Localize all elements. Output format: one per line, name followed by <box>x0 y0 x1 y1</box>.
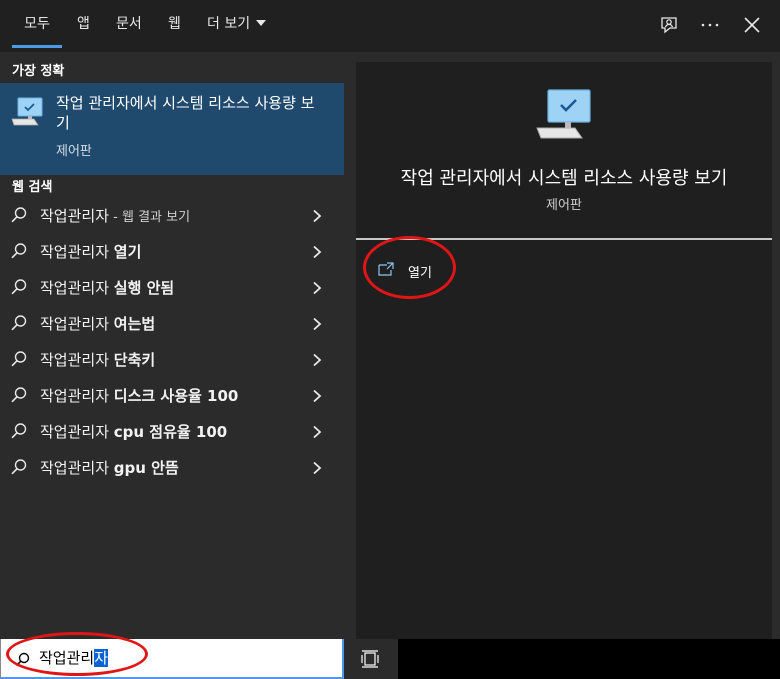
search-query-selection: 자 <box>94 649 109 667</box>
monitor-check-icon <box>10 97 46 133</box>
open-action[interactable]: 열기 <box>378 258 448 282</box>
web-search-item[interactable]: 작업관리자 gpu 안뜸 <box>0 450 344 486</box>
tab-all-label: 모두 <box>24 16 50 32</box>
web-search-item[interactable]: 작업관리자 cpu 점유율 100 <box>0 414 344 450</box>
chevron-right-icon <box>313 209 322 223</box>
search-icon <box>11 423 27 439</box>
tab-more[interactable]: 더 보기 <box>207 0 271 52</box>
tab-documents[interactable]: 문서 <box>116 0 144 52</box>
best-match-subtitle: 제어판 <box>56 144 92 159</box>
best-match-heading: 가장 정확 <box>12 64 65 79</box>
web-search-item-prefix: 작업관리자 <box>40 243 114 261</box>
web-search-item-text: 작업관리자 실행 안됨 <box>40 270 174 306</box>
web-search-item-bold: 디스크 사용율 100 <box>113 387 239 405</box>
web-search-item-prefix: 작업관리자 <box>40 459 114 477</box>
results-panel: 가장 정확 작업 관리자에서 시스템 리소스 사용량 보기 제어판 웹 검색 작… <box>0 52 344 639</box>
search-icon <box>11 243 27 259</box>
tab-documents-label: 문서 <box>116 16 142 32</box>
search-query: 작업관리자 <box>39 639 109 679</box>
web-search-item-prefix: 작업관리자 <box>40 351 114 369</box>
top-bar: 모두 앱 문서 웹 더 보기 <box>0 0 780 52</box>
search-input[interactable]: 작업관리자 <box>0 639 344 679</box>
search-icon <box>11 207 27 223</box>
web-search-item-text: 작업관리자 디스크 사용율 100 <box>40 378 238 414</box>
more-options-icon[interactable] <box>697 12 723 38</box>
search-icon <box>11 387 27 403</box>
web-search-item-text: 작업관리자 열기 <box>40 234 141 270</box>
web-search-item-bold: 단축키 <box>113 351 156 369</box>
preview-title: 작업 관리자에서 시스템 리소스 사용량 보기 <box>400 168 728 189</box>
web-search-item-bold: 열기 <box>113 243 142 261</box>
feedback-icon[interactable] <box>656 12 682 38</box>
web-search-item-prefix: 작업관리자 <box>40 423 114 441</box>
tab-apps[interactable]: 앱 <box>77 0 91 52</box>
monitor-check-icon <box>534 88 596 148</box>
chevron-right-icon <box>313 461 322 475</box>
web-search-item-text: 작업관리자 - 웹 결과 보기 <box>40 198 190 234</box>
preview-panel: 작업 관리자에서 시스템 리소스 사용량 보기 제어판 열기 <box>344 52 780 639</box>
web-search-item-text: 작업관리자 gpu 안뜸 <box>40 450 179 486</box>
web-search-item-prefix: 작업관리자 <box>40 387 114 405</box>
search-icon <box>11 315 27 331</box>
tab-more-label: 더 보기 <box>207 16 251 32</box>
web-search-item-text: 작업관리자 여는법 <box>40 306 155 342</box>
chevron-right-icon <box>313 245 322 259</box>
web-search-item-text: 작업관리자 단축키 <box>40 342 155 378</box>
preview-subtitle: 제어판 <box>546 198 582 213</box>
tab-all[interactable]: 모두 <box>12 0 62 52</box>
search-icon <box>11 351 27 367</box>
preview-card: 작업 관리자에서 시스템 리소스 사용량 보기 제어판 열기 <box>356 62 772 639</box>
web-search-item[interactable]: 작업관리자 디스크 사용율 100 <box>0 378 344 414</box>
web-search-heading: 웹 검색 <box>12 180 53 195</box>
web-search-item-bold: 실행 안됨 <box>113 279 175 297</box>
web-search-item-text: 작업관리자 cpu 점유율 100 <box>40 414 227 450</box>
tab-apps-label: 앱 <box>77 16 90 32</box>
tab-web[interactable]: 웹 <box>168 0 182 52</box>
best-match-title: 작업 관리자에서 시스템 리소스 사용량 보기 <box>56 94 315 132</box>
web-search-item[interactable]: 작업관리자 열기 <box>0 234 344 270</box>
web-search-item[interactable]: 작업관리자 실행 안됨 <box>0 270 344 306</box>
chevron-right-icon <box>313 425 322 439</box>
open-external-icon <box>378 262 394 276</box>
search-icon <box>11 459 27 475</box>
web-search-item[interactable]: 작업관리자 단축키 <box>0 342 344 378</box>
web-search-item-bold: cpu 점유율 100 <box>113 423 228 441</box>
web-search-item-prefix: 작업관리자 <box>40 315 114 333</box>
close-icon[interactable] <box>739 12 765 38</box>
chevron-right-icon <box>313 353 322 367</box>
open-action-label: 열기 <box>408 266 432 281</box>
web-search-item[interactable]: 작업관리자 여는법 <box>0 306 344 342</box>
chevron-down-icon <box>256 20 267 26</box>
web-search-item-suffix: - 웹 결과 보기 <box>109 210 191 225</box>
tab-web-label: 웹 <box>168 16 181 32</box>
divider <box>356 238 772 240</box>
web-search-item-prefix: 작업관리자 <box>40 207 110 225</box>
task-view-icon <box>361 650 379 668</box>
web-search-item-bold: gpu 안뜸 <box>113 459 179 477</box>
chevron-right-icon <box>313 389 322 403</box>
search-icon <box>15 652 30 667</box>
web-search-item-prefix: 작업관리자 <box>40 279 114 297</box>
task-view-button[interactable] <box>344 639 398 679</box>
best-match-item[interactable]: 작업 관리자에서 시스템 리소스 사용량 보기 제어판 <box>0 83 344 175</box>
search-query-text: 작업관리 <box>39 649 95 667</box>
chevron-right-icon <box>313 281 322 295</box>
web-search-item-bold: 여는법 <box>113 315 156 333</box>
web-search-item[interactable]: 작업관리자 - 웹 결과 보기 <box>0 198 344 234</box>
taskbar <box>398 639 780 679</box>
search-icon <box>11 279 27 295</box>
chevron-right-icon <box>313 317 322 331</box>
